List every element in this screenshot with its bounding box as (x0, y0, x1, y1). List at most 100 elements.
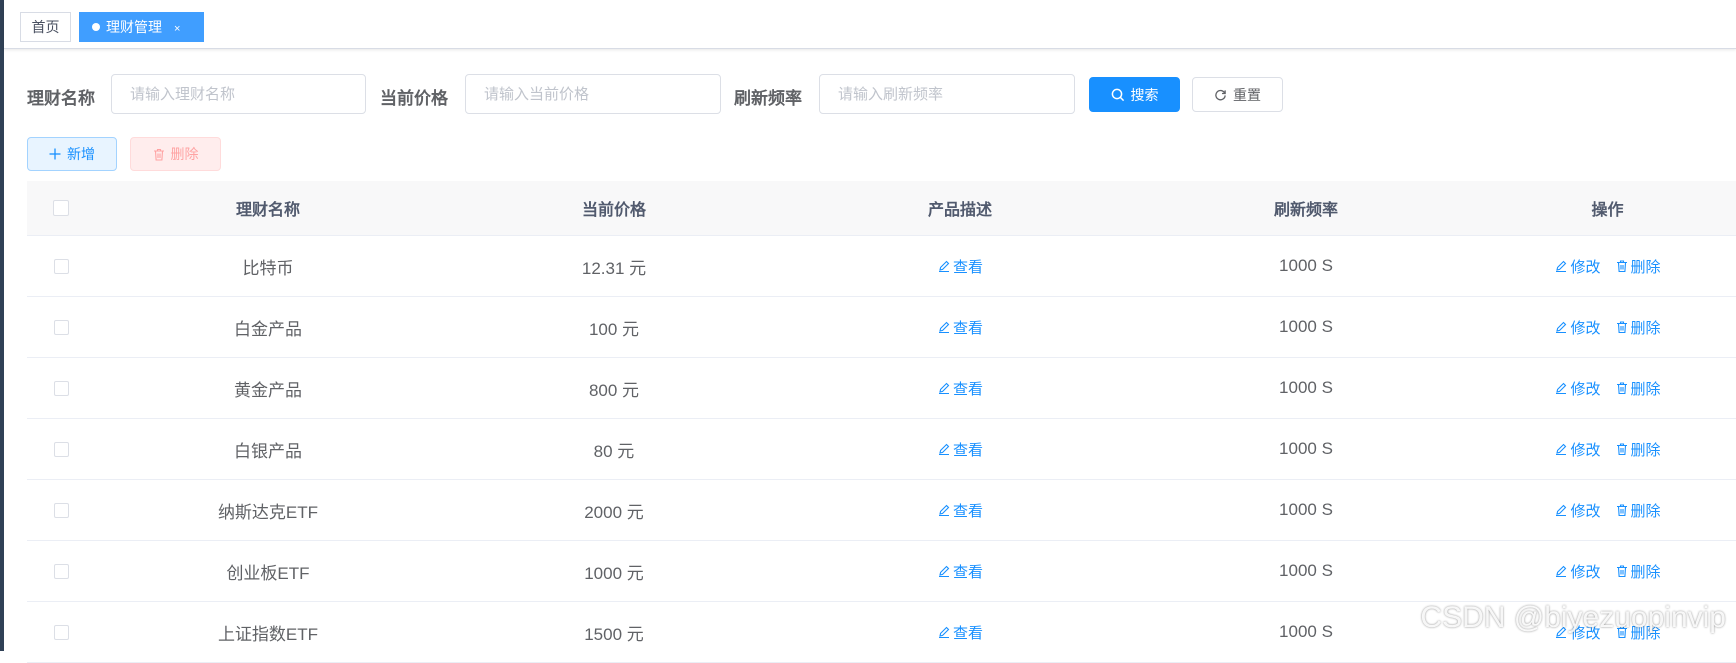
edit-label: 修改 (1570, 441, 1601, 459)
row-rate: 1000 S (1279, 561, 1333, 580)
row-desc: 查看 (787, 297, 1133, 357)
trash-icon (1616, 382, 1627, 395)
header-ops: 操作 (1591, 202, 1624, 219)
delete-label: 删除 (1630, 502, 1661, 520)
row-rate: 1000 S (1279, 317, 1333, 336)
row-checkbox[interactable] (53, 563, 69, 579)
add-button-label: 新增 (67, 146, 95, 162)
view-link[interactable]: 查看 (937, 439, 983, 460)
tag-home[interactable]: 首页 (20, 12, 71, 42)
row-ops: 修改 删除 (1479, 541, 1736, 601)
delete-link[interactable]: 删除 (1615, 317, 1661, 338)
tag-finance-management[interactable]: 理财管理 × (79, 12, 204, 42)
header-desc: 产品描述 (927, 202, 992, 219)
view-link[interactable]: 查看 (937, 622, 983, 643)
batch-delete-button[interactable]: 删除 (130, 137, 221, 171)
edit-link[interactable]: 修改 (1554, 317, 1601, 338)
delete-label: 删除 (1630, 319, 1661, 337)
row-select-cell (27, 358, 95, 418)
edit-link[interactable]: 修改 (1554, 256, 1601, 277)
row-checkbox[interactable] (53, 380, 69, 396)
trash-icon (1616, 504, 1627, 517)
row-checkbox[interactable] (53, 502, 69, 518)
delete-label: 删除 (1630, 441, 1661, 459)
delete-link[interactable]: 删除 (1615, 561, 1661, 582)
edit-link[interactable]: 修改 (1554, 439, 1601, 460)
price-label: 当前价格 (380, 89, 448, 108)
edit-label: 修改 (1570, 380, 1601, 398)
row-name: 黄金产品 (234, 380, 302, 400)
select-all-checkbox[interactable] (53, 200, 69, 216)
row-desc: 查看 (787, 358, 1133, 418)
name-label: 理财名称 (27, 89, 95, 108)
row-price: 80 元 (593, 441, 635, 461)
close-icon[interactable]: × (174, 23, 180, 35)
row-price: 800 元 (588, 380, 640, 400)
row-select-cell (27, 541, 95, 601)
row-select-cell (27, 480, 95, 540)
edit-icon (1556, 504, 1567, 517)
edit-label: 修改 (1570, 319, 1601, 337)
delete-link[interactable]: 删除 (1615, 439, 1661, 460)
header-rate: 刷新频率 (1273, 202, 1338, 219)
view-label: 查看 (952, 624, 983, 642)
view-label: 查看 (952, 502, 983, 520)
header-price: 当前价格 (581, 202, 646, 219)
reset-button-label: 重置 (1233, 86, 1261, 103)
row-price: 1500 元 (584, 624, 644, 644)
edit-icon (938, 504, 950, 517)
view-label: 查看 (952, 441, 983, 459)
edit-icon (938, 321, 950, 334)
row-name: 纳斯达克ETF (217, 502, 319, 522)
name-input[interactable] (111, 74, 366, 114)
row-checkbox[interactable] (53, 319, 69, 335)
sidebar-edge (0, 0, 4, 651)
row-name: 白金产品 (234, 319, 302, 339)
edit-link[interactable]: 修改 (1554, 561, 1601, 582)
row-checkbox[interactable] (53, 624, 69, 640)
table-row: 比特币 12.31 元 查看 1000 S 修改 删除 (27, 236, 1736, 297)
delete-link[interactable]: 删除 (1615, 256, 1661, 277)
delete-link[interactable]: 删除 (1615, 500, 1661, 521)
search-button[interactable]: 搜索 (1089, 77, 1180, 112)
delete-label: 删除 (1630, 258, 1661, 276)
row-checkbox[interactable] (53, 441, 69, 457)
trash-icon (1616, 321, 1627, 334)
view-link[interactable]: 查看 (937, 378, 983, 399)
row-price: 12.31 元 (581, 258, 647, 278)
trash-icon (1616, 443, 1627, 456)
view-label: 查看 (952, 258, 983, 276)
row-rate: 1000 S (1279, 439, 1333, 458)
edit-link[interactable]: 修改 (1554, 378, 1601, 399)
row-checkbox[interactable] (53, 258, 69, 274)
finance-table: 理财名称 当前价格 产品描述 刷新频率 操作 比特币 12.31 元查看 1000 … (27, 181, 1736, 663)
table-row: 白银产品 80 元 查看 1000 S 修改 删除 (27, 419, 1736, 480)
tags-view: 首页 理财管理 × (4, 0, 1736, 49)
header-name: 理财名称 (235, 202, 300, 219)
reset-button[interactable]: 重置 (1192, 77, 1283, 112)
edit-label: 修改 (1570, 258, 1601, 276)
price-input[interactable] (465, 74, 721, 114)
trash-icon (153, 148, 164, 161)
row-desc: 查看 (787, 602, 1133, 662)
view-link[interactable]: 查看 (937, 500, 983, 521)
delete-link[interactable]: 删除 (1615, 378, 1661, 399)
edit-icon (938, 443, 950, 456)
row-ops: 修改 删除 (1479, 419, 1736, 479)
row-name: 白银产品 (234, 441, 302, 461)
row-name: 上证指数ETF (217, 624, 319, 644)
row-desc: 查看 (787, 236, 1133, 296)
table-body: 比特币 12.31 元查看 1000 S 修改 删除 白金产品 100 元查看 1000 S修… (27, 236, 1736, 663)
add-button[interactable]: 新增 (27, 137, 117, 171)
plus-icon (49, 148, 61, 160)
rate-input[interactable] (819, 74, 1075, 114)
edit-icon (938, 626, 950, 639)
view-label: 查看 (952, 563, 983, 581)
view-link[interactable]: 查看 (937, 561, 983, 582)
view-link[interactable]: 查看 (937, 317, 983, 338)
view-link[interactable]: 查看 (937, 256, 983, 277)
edit-link[interactable]: 修改 (1554, 500, 1601, 521)
table-row: 黄金产品 800 元 查看 1000 S 修改 删除 (27, 358, 1736, 419)
edit-label: 修改 (1570, 502, 1601, 520)
active-dot-icon (92, 23, 100, 31)
